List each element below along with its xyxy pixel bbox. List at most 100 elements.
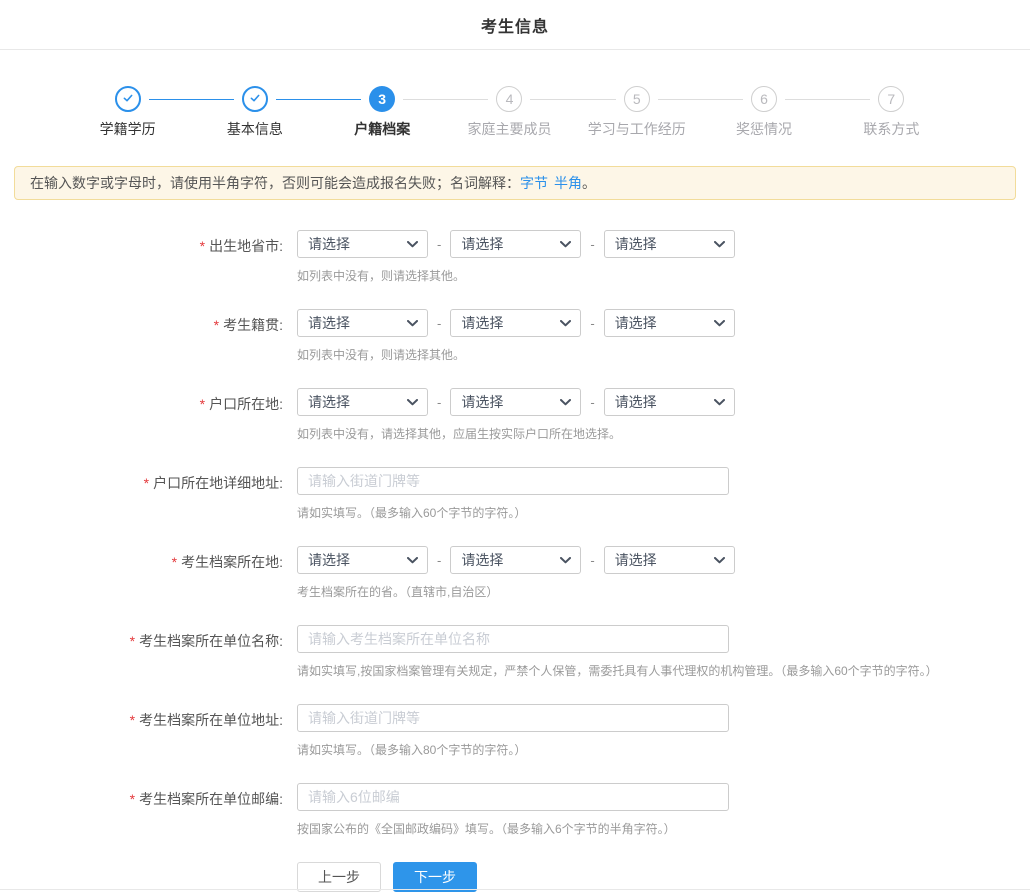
form-row-native-place: * 考生籍贯: 请选择 - 请选择 - 请选择 如列表中没有，则请选择其他。 [0,309,1030,362]
chevron-down-icon [560,240,572,248]
step-4-circle: 4 [496,86,523,112]
native-place-district-select[interactable]: 请选择 [603,309,735,337]
select-placeholder: 请选择 [614,236,657,252]
page-header: 考生信息 [0,0,1030,50]
household-district-select[interactable]: 请选择 [603,388,735,416]
step-3-circle: 3 [369,86,396,112]
form-row-birthplace: * 出生地省市: 请选择 - 请选择 - 请选择 如列表中没有，则请选择其他。 [0,230,1030,283]
field-hint: 如列表中没有，则请选择其他。 [297,348,466,362]
select-placeholder: 请选择 [614,552,657,568]
field-hint: 请如实填写,按国家档案管理有关规定，严禁个人保管，需委托具有人事代理权的机构管理… [297,664,938,678]
chevron-down-icon [560,556,572,564]
previous-step-button[interactable]: 上一步 [297,862,381,892]
step-label: 户籍档案 [354,121,411,137]
select-placeholder: 请选择 [461,236,504,252]
step-2-circle [241,86,268,112]
select-placeholder: 请选择 [308,315,350,331]
native-place-city-select[interactable]: 请选择 [450,309,582,337]
field-label: 户口所在地详细地址: [153,475,283,491]
separator-dash: - [437,315,442,331]
step-label: 联系方式 [863,121,920,137]
field-label: 户口所在地: [209,396,283,412]
separator-dash: - [437,394,442,410]
check-icon [121,91,135,108]
field-label: 出生地省市: [209,238,283,254]
separator-dash: - [590,315,595,331]
chevron-down-icon [407,398,418,406]
halfwidth-glossary-link[interactable]: 半角 [554,175,582,191]
required-asterisk: * [213,317,220,333]
select-placeholder: 请选择 [308,236,350,252]
select-placeholder: 请选择 [461,315,504,331]
required-asterisk: * [199,238,206,254]
halfwidth-notice-banner: 在输入数字或字母时，请使用半角字符，否则可能会造成报名失败；名词解释：字节 半角。 [14,166,1016,200]
separator-dash: - [590,236,595,252]
step-5-study-work-experience: 5 学习与工作经历 [530,86,700,139]
step-1-school-record[interactable]: 学籍学历 [64,86,191,139]
select-placeholder: 请选择 [461,394,504,410]
household-city-select[interactable]: 请选择 [450,388,582,416]
separator-dash: - [590,552,595,568]
chevron-down-icon [407,240,418,248]
field-label: 考生籍贯: [223,317,283,333]
form-actions: 上一步 下一步 [297,862,1030,892]
select-placeholder: 请选择 [308,552,350,568]
household-address-input[interactable] [297,467,729,495]
form-row-archive-unit-address: *考生档案所在单位地址: 请如实填写。（最多输入80个字节的字符。） [0,704,1030,757]
step-7-circle: 7 [878,86,905,112]
archive-province-select[interactable]: 请选择 [297,546,428,574]
required-asterisk: * [143,475,150,491]
chevron-down-icon [713,398,725,406]
household-province-select[interactable]: 请选择 [297,388,428,416]
archive-city-select[interactable]: 请选择 [450,546,582,574]
archive-unit-address-input[interactable] [297,704,729,732]
bottom-divider [0,889,1030,890]
archive-unit-postcode-input[interactable] [297,783,729,811]
step-label: 学习与工作经历 [587,121,686,137]
form-row-archive-location: * 考生档案所在地: 请选择 - 请选择 - 请选择 考生档案所在的省。（直辖市… [0,546,1030,599]
form-row-household-address: *户口所在地详细地址: 请如实填写。（最多输入60个字节的字符。） [0,467,1030,520]
step-label: 学籍学历 [99,121,156,137]
step-6-circle: 6 [751,86,778,112]
separator-dash: - [437,236,442,252]
byte-glossary-link[interactable]: 字节 [520,175,548,191]
field-hint: 如列表中没有，则请选择其他。 [297,269,466,283]
form-row-household-registration: * 户口所在地: 请选择 - 请选择 - 请选择 如列表中没有，请选择其他，应届… [0,388,1030,441]
step-number: 6 [760,91,768,107]
field-hint: 如列表中没有，请选择其他，应届生按实际户口所在地选择。 [297,427,622,441]
archive-unit-name-input[interactable] [297,625,729,653]
field-label: 考生档案所在地: [181,554,283,570]
birthplace-province-select[interactable]: 请选择 [297,230,428,258]
notice-suffix: 。 [582,175,596,191]
progress-stepper: 学籍学历 基本信息 3 户籍档案 4 家庭主要成员 5 学习与工作经历 6 奖惩… [64,86,955,139]
notice-text: 在输入数字或字母时，请使用半角字符，否则可能会造成报名失败；名词解释： [30,175,520,191]
field-label: 考生档案所在单位邮编: [139,791,283,807]
step-7-contact-info: 7 联系方式 [784,86,955,139]
separator-dash: - [437,552,442,568]
step-label: 奖惩情况 [736,121,793,137]
step-4-family-members: 4 家庭主要成员 [403,86,573,139]
archive-district-select[interactable]: 请选择 [603,546,735,574]
step-label: 基本信息 [226,121,283,137]
chevron-down-icon [713,556,725,564]
birthplace-city-select[interactable]: 请选择 [450,230,582,258]
step-6-rewards-punishments: 6 奖惩情况 [657,86,827,139]
field-hint: 请如实填写。（最多输入80个字节的字符。） [297,743,527,757]
chevron-down-icon [560,398,572,406]
select-placeholder: 请选择 [308,394,350,410]
step-2-basic-info[interactable]: 基本信息 [148,86,318,139]
step-1-circle [114,86,141,112]
separator-dash: - [590,394,595,410]
required-asterisk: * [171,554,178,570]
step-5-circle: 5 [623,86,650,112]
field-hint: 按国家公布的《全国邮政编码》填写。（最多输入6个字节的半角字符。） [297,822,676,836]
next-step-button[interactable]: 下一步 [393,862,477,892]
step-number: 5 [632,91,641,107]
step-3-household-archive[interactable]: 3 户籍档案 [275,86,446,139]
native-place-province-select[interactable]: 请选择 [297,309,428,337]
step-number: 4 [505,91,514,107]
select-placeholder: 请选择 [461,552,504,568]
birthplace-district-select[interactable]: 请选择 [603,230,735,258]
chevron-down-icon [407,556,418,564]
select-placeholder: 请选择 [614,315,657,331]
